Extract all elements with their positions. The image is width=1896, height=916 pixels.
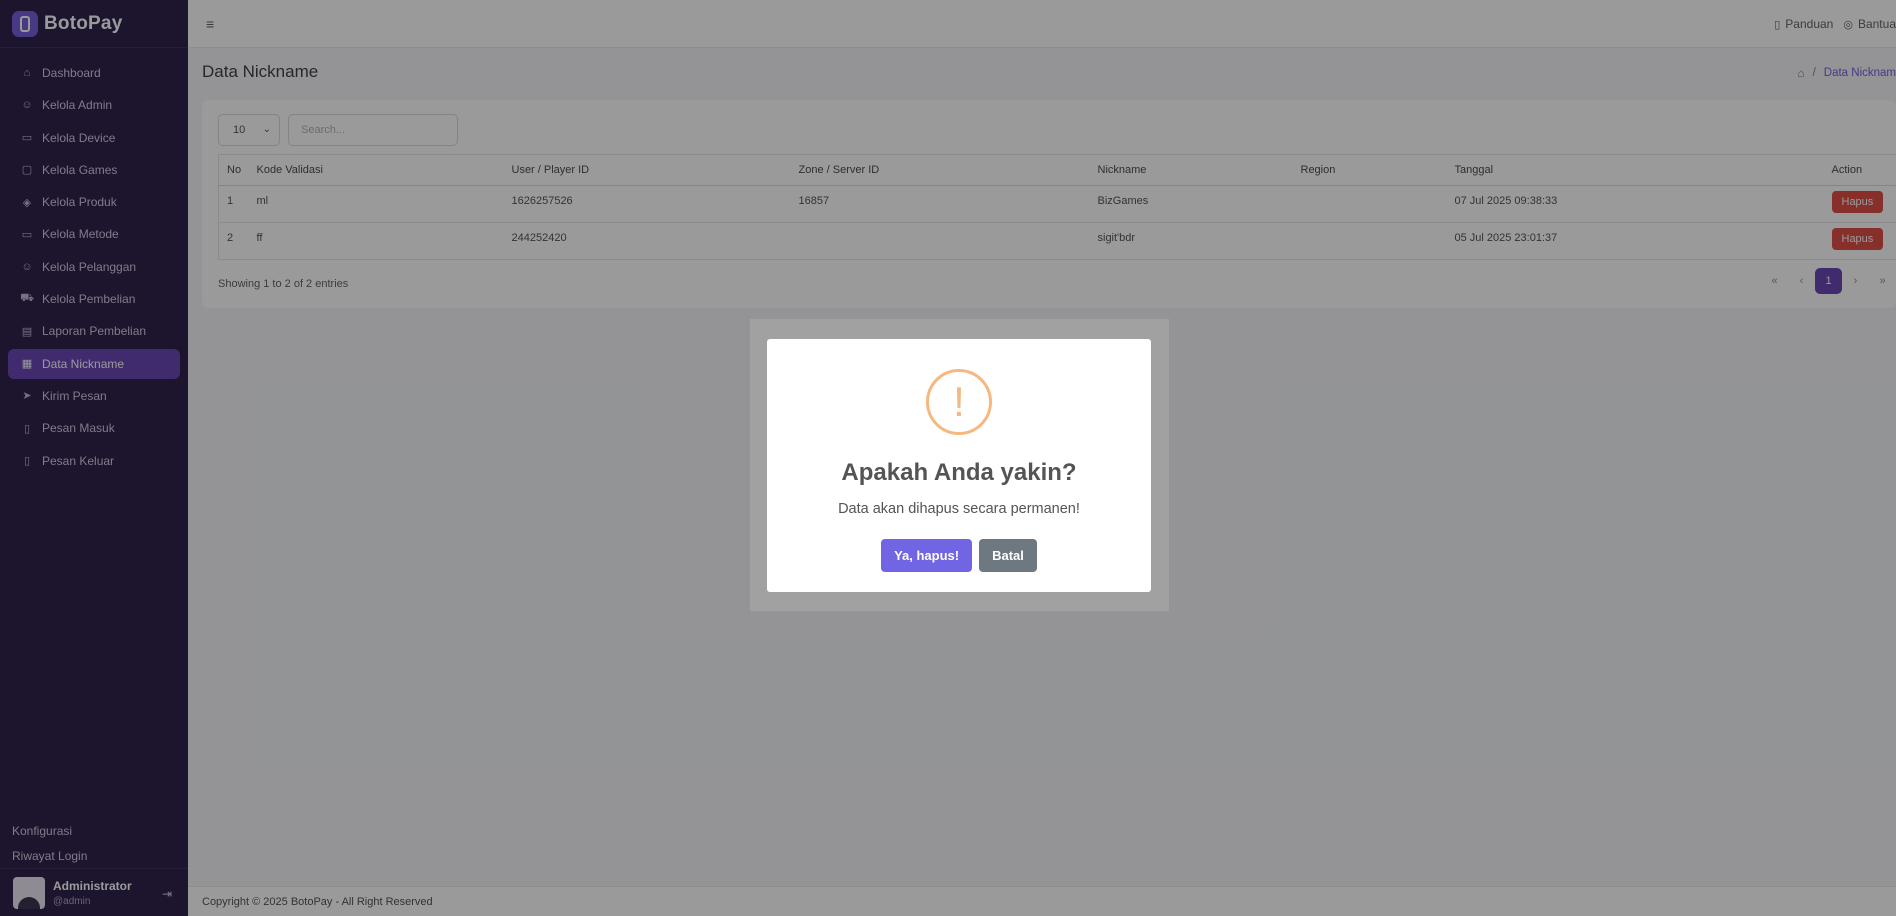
confirm-delete-button[interactable]: Ya, hapus!	[881, 539, 973, 572]
warning-icon: !	[926, 369, 992, 435]
confirm-delete-dialog: ! Apakah Anda yakin? Data akan dihapus s…	[767, 339, 1151, 592]
cancel-button[interactable]: Batal	[979, 539, 1037, 572]
dialog-message: Data akan dihapus secara permanen!	[838, 501, 1080, 517]
dialog-actions: Ya, hapus! Batal	[767, 539, 1151, 572]
dialog-title: Apakah Anda yakin?	[841, 459, 1077, 486]
